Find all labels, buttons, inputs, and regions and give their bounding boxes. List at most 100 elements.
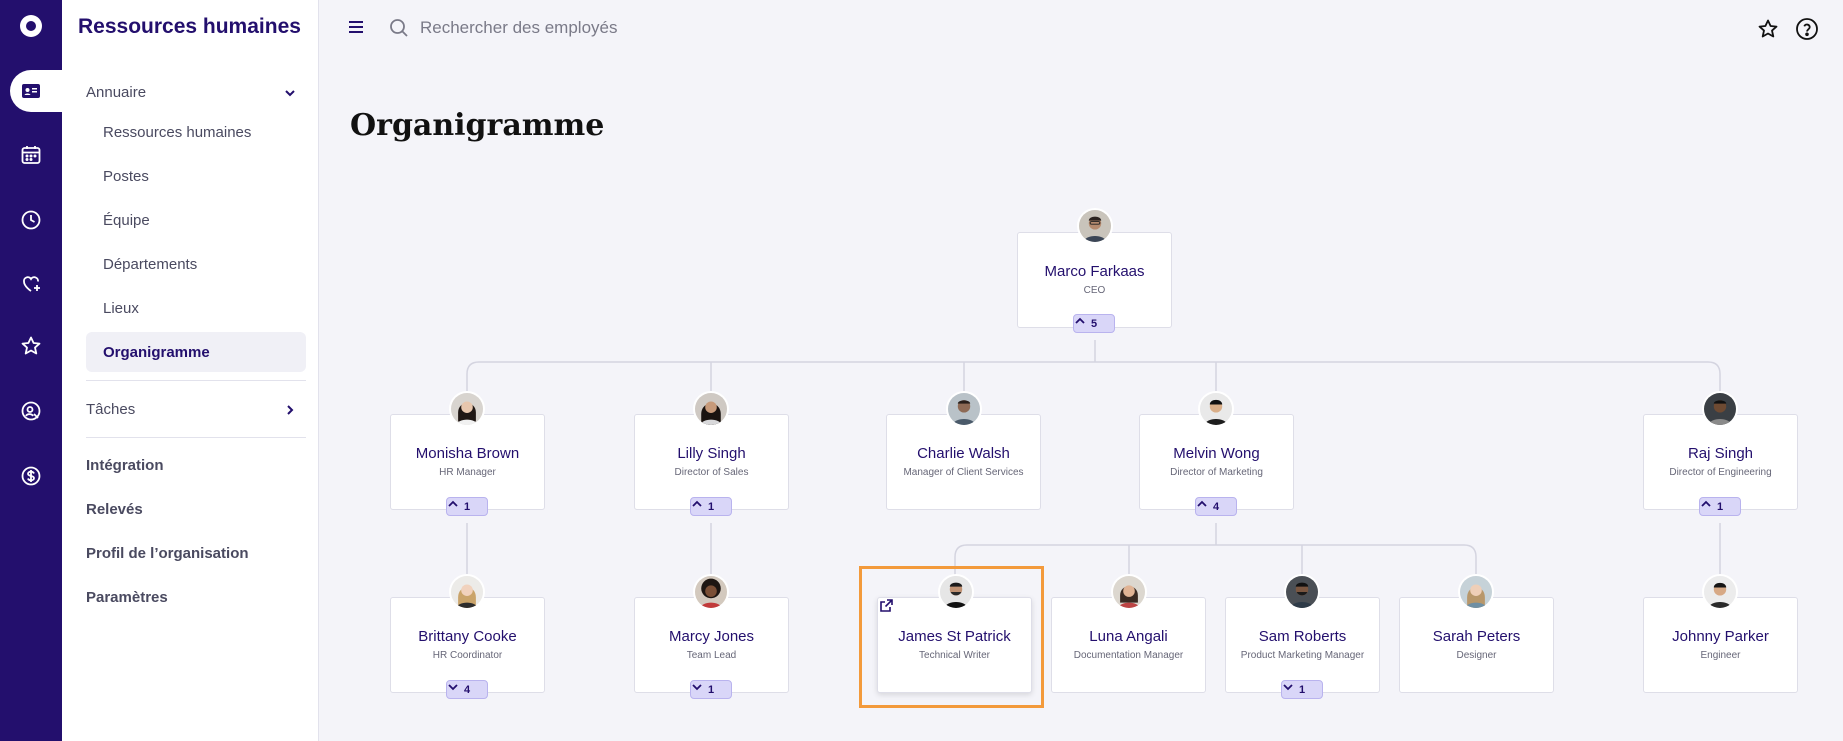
sidebar-divider [86,380,306,381]
employee-name: Sam Roberts [1258,628,1347,645]
avatar[interactable] [946,391,982,427]
employee-role: Manager of Client Services [903,467,1024,478]
employee-role: HR Coordinator [432,650,503,661]
sidebar-divider [86,437,306,438]
employee-role: Director of Sales [674,467,749,478]
chevron-down-icon [285,89,295,96]
avatar[interactable] [1111,574,1147,610]
heart-plus-icon[interactable] [19,272,43,296]
direct-reports-toggle[interactable]: 1 [690,680,732,699]
avatar[interactable] [693,391,729,427]
employee-name: Brittany Cooke [418,628,517,645]
employee-name: Sarah Peters [1432,628,1521,645]
section-taches-label: Tâches [86,401,136,418]
chevron-up-icon [1197,500,1207,507]
sidebar-item-lieux[interactable]: Lieux [86,288,306,328]
avatar[interactable] [1284,574,1320,610]
sidebar-link-parametres[interactable]: Paramètres [86,589,168,606]
app-title: Ressources humaines [78,15,301,38]
employee-name: Johnny Parker [1672,628,1769,645]
icon-rail [0,0,62,741]
sidebar-link-releves[interactable]: Relevés [86,501,143,518]
section-annuaire-label: Annuaire [86,84,147,101]
sidebar-item-organigramme[interactable]: Organigramme [86,332,306,372]
sidebar: Ressources humaines Annuaire Ressources … [62,0,319,741]
sidebar-item-departements[interactable]: Départements [86,244,306,284]
direct-reports-count: 4 [463,683,471,696]
sidebar-item-equipe[interactable]: Équipe [86,200,306,240]
org-card-brittany-cooke[interactable]: Brittany Cooke HR Coordinator [390,597,545,693]
calendar-icon[interactable] [19,143,43,167]
direct-reports-toggle[interactable]: 1 [446,497,488,516]
employee-name: Monisha Brown [415,445,520,462]
employee-role: Documentation Manager [1073,650,1184,661]
employee-name: Charlie Walsh [917,445,1010,462]
chevron-right-icon [287,404,294,415]
search-input[interactable] [420,14,800,42]
direct-reports-count: 1 [707,500,715,513]
direct-reports-toggle[interactable]: 5 [1073,314,1115,333]
avatar[interactable] [1702,574,1738,610]
sidebar-item-ressources-humaines[interactable]: Ressources humaines [86,112,306,152]
direct-reports-count: 1 [1716,500,1724,513]
chevron-up-icon [692,500,702,507]
direct-reports-toggle[interactable]: 1 [1699,497,1741,516]
employee-role: HR Manager [439,467,496,478]
section-taches[interactable]: Tâches [86,401,296,418]
direct-reports-count: 1 [1298,683,1306,696]
direct-reports-count: 1 [463,500,471,513]
avatar[interactable] [1198,391,1234,427]
logo-icon[interactable] [20,15,42,37]
chevron-up-icon [1075,317,1085,324]
favorite-star-icon[interactable] [1756,17,1780,41]
employee-name: Marco Farkaas [1044,263,1145,280]
external-link-icon[interactable] [878,598,894,614]
employee-role: Product Marketing Manager [1240,650,1365,661]
help-icon[interactable] [1795,17,1819,41]
employee-name: James St Patrick [898,628,1011,645]
direct-reports-toggle[interactable]: 1 [690,497,732,516]
avatar[interactable] [1077,208,1113,244]
sidebar-link-profil-organisation[interactable]: Profil de l’organisation [86,545,249,562]
org-card-lilly-singh[interactable]: Lilly Singh Director of Sales [634,414,789,510]
dollar-icon[interactable] [19,464,43,488]
person-search-icon[interactable] [19,399,43,423]
chevron-down-icon [692,684,702,691]
avatar[interactable] [1458,574,1494,610]
id-card-icon[interactable] [19,79,43,103]
direct-reports-count: 4 [1212,500,1220,513]
org-card-raj-singh[interactable]: Raj Singh Director of Engineering [1643,414,1798,510]
employee-role: Technical Writer [919,650,990,661]
org-card-johnny-parker[interactable]: Johnny Parker Engineer [1643,597,1798,693]
org-card-monisha-brown[interactable]: Monisha Brown HR Manager [390,414,545,510]
org-card-james-st-patrick[interactable]: James St Patrick Technical Writer [877,597,1032,693]
org-card-luna-angali[interactable]: Luna Angali Documentation Manager [1051,597,1206,693]
direct-reports-toggle[interactable]: 4 [1195,497,1237,516]
avatar[interactable] [938,574,974,610]
org-card-melvin-wong[interactable]: Melvin Wong Director of Marketing [1139,414,1294,510]
employee-role: Team Lead [686,650,737,661]
sidebar-item-postes[interactable]: Postes [86,156,306,196]
avatar[interactable] [693,574,729,610]
avatar[interactable] [1702,391,1738,427]
menu-icon[interactable] [346,18,368,36]
org-card-sam-roberts[interactable]: Sam Roberts Product Marketing Manager [1225,597,1380,693]
search-icon [388,17,410,39]
employee-name: Lilly Singh [677,445,746,462]
org-card-marcy-jones[interactable]: Marcy Jones Team Lead [634,597,789,693]
org-card-charlie-walsh[interactable]: Charlie Walsh Manager of Client Services [886,414,1041,510]
employee-role: CEO [1083,285,1106,296]
page-title: Organigramme [350,108,605,143]
avatar[interactable] [449,574,485,610]
chevron-down-icon [1283,684,1293,691]
direct-reports-toggle[interactable]: 1 [1281,680,1323,699]
clock-icon[interactable] [19,208,43,232]
direct-reports-toggle[interactable]: 4 [446,680,488,699]
org-card-sarah-peters[interactable]: Sarah Peters Designer [1399,597,1554,693]
star-icon[interactable] [19,334,43,358]
direct-reports-count: 1 [707,683,715,696]
section-annuaire[interactable]: Annuaire [86,84,296,101]
avatar[interactable] [449,391,485,427]
employee-name: Luna Angali [1089,628,1168,645]
sidebar-link-integration[interactable]: Intégration [86,457,164,474]
